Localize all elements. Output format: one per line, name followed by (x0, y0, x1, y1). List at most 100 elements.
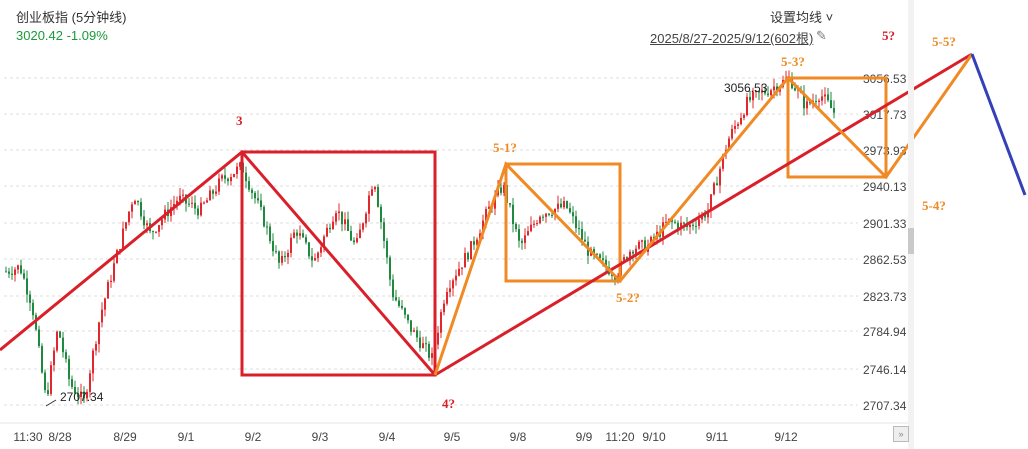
scrollbar-track[interactable] (908, 0, 914, 449)
candle-body (509, 203, 511, 205)
candle-body (440, 312, 442, 333)
candle-body (422, 343, 424, 348)
candle-body (257, 198, 259, 201)
candle-body (830, 100, 832, 109)
scrollbar-thumb[interactable] (908, 228, 914, 254)
wave-label: 5-5? (932, 34, 956, 49)
y-tick-label: 2901.33 (863, 217, 907, 231)
candle-body (200, 202, 202, 216)
wave-label: 5? (882, 28, 895, 43)
candle-body (392, 279, 394, 298)
candle-body (395, 297, 397, 301)
candle-body (311, 256, 313, 261)
candle-body (11, 273, 13, 275)
candle-body (14, 269, 16, 275)
candle-body (71, 379, 73, 387)
candle-body (815, 101, 817, 103)
candle-body (146, 223, 148, 226)
candle-body (551, 214, 553, 216)
wave-line-blue (970, 53, 1027, 196)
candle-body (641, 240, 643, 242)
candle-body (425, 343, 427, 345)
candle-body (23, 273, 25, 279)
candle-body (773, 86, 775, 91)
candle-body (443, 303, 445, 313)
candle-body (458, 268, 460, 276)
candle-body (8, 271, 10, 274)
candle-body (521, 240, 523, 243)
candle-body (719, 168, 721, 186)
scroll-forward-icon[interactable]: » (893, 426, 909, 442)
candle-body (221, 175, 223, 179)
candle-body (530, 224, 532, 232)
candle-body (416, 330, 418, 338)
candle-body (341, 211, 343, 225)
candle-body (101, 309, 103, 323)
candle-body (296, 232, 298, 236)
candle-body (539, 216, 541, 224)
candle-body (542, 216, 544, 218)
candle-body (461, 267, 463, 269)
candle-body (749, 96, 751, 101)
candle-body (470, 241, 472, 260)
candle-body (299, 233, 301, 236)
candle-body (512, 204, 514, 225)
candle-body (374, 187, 376, 190)
candle-body (557, 203, 559, 209)
candle-body (137, 200, 139, 203)
candle-body (353, 240, 355, 243)
candle-body (473, 241, 475, 245)
candle-body (65, 352, 67, 360)
candle-body (191, 202, 193, 204)
candle-body (110, 280, 112, 283)
wave-label: 5-3? (781, 54, 805, 69)
candle-body (455, 275, 457, 281)
candle-body (134, 200, 136, 205)
candle-body (302, 233, 304, 238)
candle-body (230, 177, 232, 182)
candle-body (287, 252, 289, 258)
candle-body (464, 253, 466, 268)
x-tick-label: 9/1 (178, 430, 195, 444)
candle-body (452, 280, 454, 289)
candle-body (377, 187, 379, 207)
x-tick-label: 8/29 (113, 430, 137, 444)
candle-body (566, 201, 568, 209)
candle-body (428, 343, 430, 358)
candle-body (128, 211, 130, 223)
candle-body (107, 282, 109, 299)
candle-body (431, 353, 433, 358)
wave-line-red (0, 149, 437, 376)
candle-body (245, 172, 247, 182)
candle-body (383, 222, 385, 241)
candle-body (44, 372, 46, 391)
candle-body (368, 195, 370, 214)
candle-body (320, 247, 322, 253)
candle-body (737, 124, 739, 126)
candle-body (833, 108, 835, 113)
candle-body (224, 175, 226, 179)
candle-body (533, 223, 535, 225)
candle-body (545, 213, 547, 217)
candle-body (17, 265, 19, 270)
candle-body (575, 216, 577, 229)
candle-body (131, 204, 133, 212)
candlestick-chart: 3056.533017.732973.932940.132901.332862.… (0, 28, 1027, 444)
wave-label: 3 (236, 113, 243, 128)
wave-label: 5-1? (493, 140, 517, 155)
candle-body (266, 226, 268, 228)
candle-body (260, 200, 262, 207)
candle-body (197, 208, 199, 216)
candle-body (404, 308, 406, 315)
candle-body (692, 224, 694, 226)
candle-body (359, 229, 361, 239)
candle-body (380, 206, 382, 223)
candle-body (50, 365, 52, 394)
chart-panel[interactable]: 创业板指 (5分钟线) 3020.42 -1.09% 设置均线 ˅ 2025/8… (0, 0, 1028, 449)
y-tick-label: 2707.34 (863, 399, 907, 413)
candle-body (29, 294, 31, 303)
x-tick-label: 9/12 (774, 430, 798, 444)
candle-body (770, 90, 772, 96)
candle-body (338, 211, 340, 214)
candle-body (731, 128, 733, 139)
